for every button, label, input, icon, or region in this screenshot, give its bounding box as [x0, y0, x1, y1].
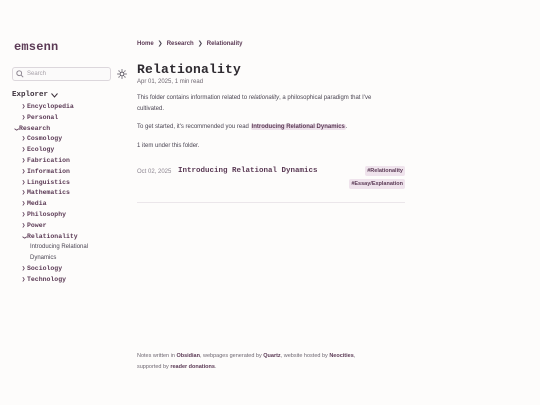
- obsidian-link[interactable]: Obsidian: [176, 353, 200, 359]
- breadcrumb: Home ❯ Research ❯ Relationality: [137, 40, 407, 48]
- sun-icon[interactable]: [116, 69, 127, 80]
- neocities-link[interactable]: Neocities: [329, 353, 353, 359]
- chevron-right-icon: ❯: [21, 276, 26, 284]
- list-item: Oct 02, 2025 Introducing Relational Dyna…: [137, 166, 407, 196]
- chevron-right-icon: ❯: [21, 135, 26, 143]
- tree-item-philosophy[interactable]: ❯ Philosophy: [12, 210, 127, 221]
- footer: Notes written in Obsidian, webpages gene…: [137, 353, 356, 370]
- explorer-tree: ❯ Encyclopedia ❯ Personal ❯ Research ❯ Cosmo…: [12, 102, 127, 286]
- chevron-right-icon: ❯: [21, 221, 26, 229]
- tree-item-mathematics[interactable]: ❯ Mathematics: [12, 188, 127, 199]
- reader-donations-link[interactable]: reader donations: [170, 364, 215, 370]
- chevron-right-icon: ❯: [21, 167, 26, 175]
- explorer-toggle[interactable]: Explorer: [12, 91, 127, 99]
- tree-item-personal[interactable]: ❯ Personal: [12, 113, 127, 124]
- tree-item-technology[interactable]: ❯ Technology: [12, 275, 127, 286]
- search-placeholder: Search: [27, 71, 47, 77]
- tree-item-fabrication[interactable]: ❯ Fabrication: [12, 156, 127, 167]
- breadcrumb-home[interactable]: Home: [137, 41, 154, 47]
- chevron-right-icon: ❯: [21, 178, 26, 186]
- quartz-link[interactable]: Quartz: [263, 353, 280, 359]
- breadcrumb-separator-icon: ❯: [197, 41, 203, 47]
- explorer-label: Explorer: [12, 91, 49, 99]
- chevron-right-icon: ❯: [21, 113, 26, 121]
- tree-item-linguistics[interactable]: ❯ Linguistics: [12, 178, 127, 189]
- tag-essay-explanation[interactable]: #Essay/Explanation: [349, 179, 405, 189]
- search-input[interactable]: Search: [12, 65, 112, 83]
- chevron-down-icon: ❯: [12, 127, 20, 131]
- search-icon: [16, 65, 24, 83]
- introducing-relational-dynamics-link[interactable]: Introducing Relational Dynamics: [250, 124, 346, 130]
- tree-item-introducing-relational-dynamics-line1[interactable]: Introducing Relational: [12, 242, 127, 253]
- tree-item-cosmology[interactable]: ❯ Cosmology: [12, 134, 127, 145]
- page-title: Relationality: [137, 62, 242, 77]
- site-title[interactable]: emsenn: [14, 40, 127, 54]
- tree-item-encyclopedia[interactable]: ❯ Encyclopedia: [12, 102, 127, 113]
- chevron-right-icon: ❯: [21, 200, 26, 208]
- item-count: 1 item under this folder.: [137, 142, 200, 149]
- divider: [137, 202, 405, 203]
- page-meta: Apr 01, 2025, 1 min read: [137, 79, 407, 85]
- tree-item-media[interactable]: ❯ Media: [12, 199, 127, 210]
- page-read-time: 1 min read: [174, 79, 204, 85]
- chevron-right-icon: ❯: [21, 265, 26, 273]
- tree-item-relationality[interactable]: ❯ Relationality: [12, 232, 127, 243]
- tree-item-power[interactable]: ❯ Power: [12, 221, 127, 232]
- tree-item-sociology[interactable]: ❯ Sociology: [12, 264, 127, 275]
- chevron-down-icon: [51, 92, 58, 98]
- tree-item-research[interactable]: ❯ Research: [12, 124, 127, 135]
- tag-relationality[interactable]: #Relationality: [365, 166, 405, 176]
- entry-date: Oct 02, 2025: [137, 169, 172, 175]
- start-paragraph: To get started, it's recommended you rea…: [137, 124, 348, 130]
- tree-item-information[interactable]: ❯ Information: [12, 167, 127, 178]
- chevron-right-icon: ❯: [21, 146, 26, 154]
- chevron-right-icon: ❯: [21, 103, 26, 110]
- entry-title-link[interactable]: Introducing Relational Dynamics: [178, 167, 318, 175]
- chevron-right-icon: ❯: [21, 210, 26, 218]
- chevron-right-icon: ❯: [21, 156, 26, 164]
- page-date: Apr 01, 2025,: [137, 79, 174, 85]
- breadcrumb-separator-icon: ❯: [157, 41, 163, 47]
- chevron-right-icon: ❯: [21, 189, 26, 197]
- search-row: Search: [12, 67, 127, 81]
- breadcrumb-relationality[interactable]: Relationality: [207, 41, 243, 47]
- main-content: Home ❯ Research ❯ Relationality Relation…: [137, 40, 407, 203]
- tree-item-introducing-relational-dynamics-line2[interactable]: Dynamics: [12, 253, 127, 264]
- sidebar: emsenn Search Explorer ❯ Encyclopedia ❯ …: [12, 40, 127, 286]
- tree-item-ecology[interactable]: ❯ Ecology: [12, 145, 127, 156]
- breadcrumb-research[interactable]: Research: [167, 41, 194, 47]
- intro-paragraph: This folder contains information related…: [137, 95, 372, 112]
- chevron-down-icon: ❯: [20, 235, 28, 239]
